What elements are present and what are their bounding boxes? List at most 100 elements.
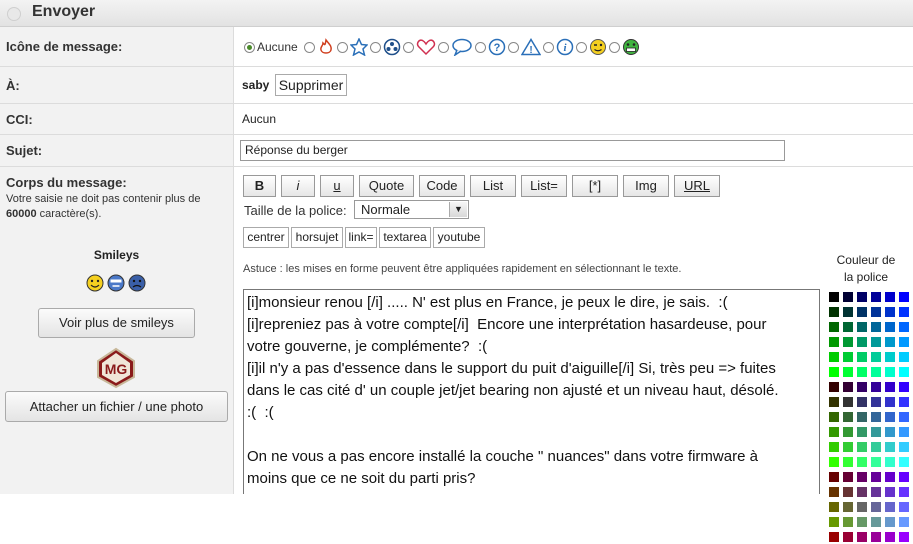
color-swatch[interactable] (857, 292, 869, 304)
color-swatch[interactable] (885, 382, 897, 394)
color-swatch[interactable] (871, 502, 883, 514)
color-swatch[interactable] (857, 517, 869, 529)
color-swatch[interactable] (885, 532, 897, 544)
color-swatch[interactable] (857, 427, 869, 439)
color-swatch[interactable] (885, 307, 897, 319)
color-swatch[interactable] (871, 472, 883, 484)
icon-radio-wink[interactable] (575, 41, 587, 53)
format-button-9[interactable]: Img (623, 175, 669, 197)
icon-radio-warning[interactable] (507, 41, 519, 53)
chevron-down-icon[interactable]: ▼ (449, 202, 467, 217)
format-button-7[interactable]: List= (521, 175, 567, 197)
color-swatch[interactable] (843, 532, 855, 544)
format-button-4[interactable]: Quote (359, 175, 414, 197)
color-swatch[interactable] (857, 352, 869, 364)
color-swatch[interactable] (843, 412, 855, 424)
attach-file-button[interactable]: Attacher un fichier / une photo (5, 391, 228, 422)
color-swatch[interactable] (899, 517, 911, 529)
color-swatch[interactable] (857, 457, 869, 469)
color-swatch[interactable] (843, 502, 855, 514)
format-button-5[interactable]: Code (419, 175, 465, 197)
color-swatch[interactable] (843, 487, 855, 499)
color-swatch[interactable] (885, 412, 897, 424)
color-swatch[interactable] (829, 322, 841, 334)
color-swatch[interactable] (829, 487, 841, 499)
color-swatch[interactable] (857, 382, 869, 394)
color-swatch[interactable] (843, 307, 855, 319)
color-swatch[interactable] (885, 322, 897, 334)
color-swatch[interactable] (829, 367, 841, 379)
color-swatch[interactable] (843, 517, 855, 529)
color-swatch[interactable] (829, 517, 841, 529)
collapse-toggle-icon[interactable] (7, 7, 21, 21)
color-swatch[interactable] (885, 427, 897, 439)
color-swatch[interactable] (899, 307, 911, 319)
color-swatch[interactable] (857, 442, 869, 454)
color-swatch[interactable] (871, 292, 883, 304)
subject-input[interactable]: Réponse du berger (240, 140, 785, 161)
color-swatch[interactable] (885, 472, 897, 484)
format-button-1[interactable]: B (243, 175, 276, 197)
color-swatch[interactable] (871, 517, 883, 529)
color-swatch[interactable] (843, 367, 855, 379)
color-swatch[interactable] (857, 502, 869, 514)
color-swatch[interactable] (871, 307, 883, 319)
color-swatch[interactable] (829, 472, 841, 484)
color-swatch[interactable] (899, 457, 911, 469)
color-swatch[interactable] (829, 337, 841, 349)
icon-radio-none[interactable] (244, 41, 255, 53)
color-swatch[interactable] (899, 412, 911, 424)
color-swatch[interactable] (899, 367, 911, 379)
color-swatch[interactable] (829, 397, 841, 409)
more-smileys-button[interactable]: Voir plus de smileys (38, 308, 195, 338)
color-swatch[interactable] (843, 337, 855, 349)
bbcode-button-youtube[interactable]: youtube (433, 227, 485, 248)
color-swatch[interactable] (829, 442, 841, 454)
color-swatch[interactable] (885, 292, 897, 304)
color-swatch[interactable] (871, 427, 883, 439)
color-swatch[interactable] (843, 292, 855, 304)
color-swatch[interactable] (899, 352, 911, 364)
color-swatch[interactable] (857, 367, 869, 379)
color-swatch[interactable] (885, 397, 897, 409)
icon-radio-speech[interactable] (437, 41, 449, 53)
icon-radio-question[interactable] (474, 41, 486, 53)
format-button-3[interactable]: u (320, 175, 354, 197)
color-swatch[interactable] (843, 382, 855, 394)
color-swatch[interactable] (885, 487, 897, 499)
color-swatch[interactable] (871, 442, 883, 454)
format-button-8[interactable]: [*] (572, 175, 618, 197)
color-swatch[interactable] (857, 337, 869, 349)
color-swatch[interactable] (885, 502, 897, 514)
bbcode-button-link[interactable]: link= (345, 227, 377, 248)
bbcode-button-textarea[interactable]: textarea (379, 227, 431, 248)
color-swatch[interactable] (843, 397, 855, 409)
font-size-select[interactable]: Normale ▼ (354, 200, 469, 219)
bbcode-button-horsujet[interactable]: horsujet (291, 227, 343, 248)
color-swatch[interactable] (899, 292, 911, 304)
color-swatch[interactable] (829, 382, 841, 394)
remove-recipient-button[interactable]: Supprimer (275, 74, 347, 96)
color-swatch[interactable] (871, 487, 883, 499)
color-swatch[interactable] (885, 352, 897, 364)
bbcode-button-centrer[interactable]: centrer (243, 227, 289, 248)
color-swatch[interactable] (857, 412, 869, 424)
color-swatch[interactable] (857, 487, 869, 499)
icon-radio-info[interactable] (542, 41, 554, 53)
color-swatch[interactable] (843, 442, 855, 454)
happy-smiley-icon[interactable] (86, 274, 104, 292)
color-swatch[interactable] (843, 472, 855, 484)
color-swatch[interactable] (885, 442, 897, 454)
message-textarea[interactable]: [i]monsieur renou [/i] ..... N' est plus… (243, 289, 820, 494)
color-swatch[interactable] (829, 412, 841, 424)
color-swatch[interactable] (899, 487, 911, 499)
format-button-6[interactable]: List (470, 175, 516, 197)
color-swatch[interactable] (899, 322, 911, 334)
color-swatch[interactable] (885, 457, 897, 469)
icon-radio-heart[interactable] (402, 41, 414, 53)
color-swatch[interactable] (857, 322, 869, 334)
format-button-10[interactable]: URL (674, 175, 720, 197)
color-swatch[interactable] (843, 322, 855, 334)
color-swatch[interactable] (899, 442, 911, 454)
color-swatch[interactable] (871, 412, 883, 424)
